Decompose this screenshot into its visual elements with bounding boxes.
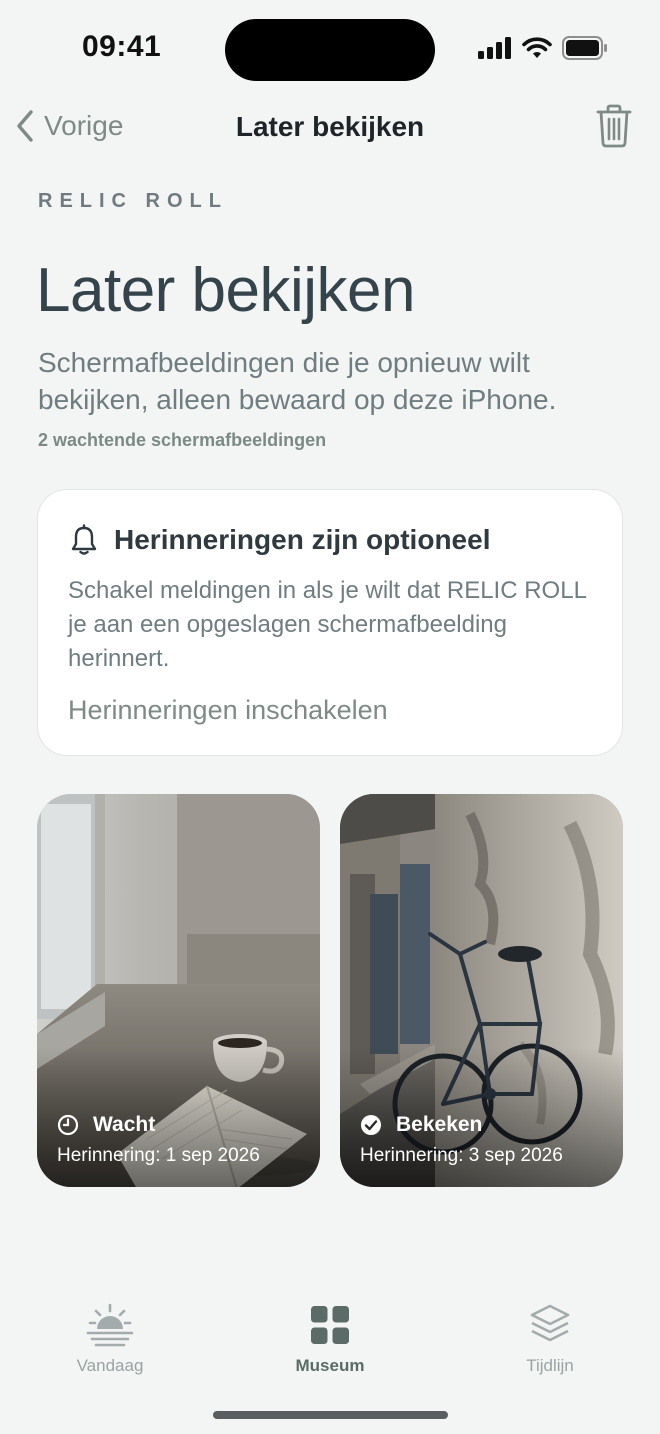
screenshot-tile[interactable]: Bekeken Herinnering: 3 sep 2026 bbox=[340, 794, 623, 1187]
reminder-card-body: Schakel meldingen in als je wilt dat REL… bbox=[68, 577, 587, 672]
tile-status: Wacht bbox=[57, 1113, 155, 1137]
cellular-signal-icon bbox=[478, 37, 511, 59]
tile-status: Bekeken bbox=[360, 1113, 482, 1137]
page-title: Later bekijken bbox=[36, 256, 416, 325]
status-icons bbox=[478, 36, 608, 60]
reminder-card-title: Herinneringen zijn optioneel bbox=[114, 524, 491, 555]
reminder-card-header: Herinneringen zijn optioneel bbox=[68, 524, 490, 556]
navigation-bar: Vorige Later bekijken bbox=[0, 100, 660, 156]
tile-reminder-date: Herinnering: 1 sep 2026 bbox=[57, 1145, 260, 1166]
tab-bar: Vandaag Museum Tijdlijn bbox=[0, 1290, 660, 1390]
nav-title: Later bekijken bbox=[235, 111, 425, 142]
delete-button[interactable] bbox=[596, 104, 632, 153]
tile-reminder-date: Herinnering: 3 sep 2026 bbox=[360, 1145, 563, 1166]
tab-museum[interactable]: Museum bbox=[255, 1300, 405, 1376]
bell-icon bbox=[71, 524, 97, 555]
status-bar: 09:41 bbox=[0, 0, 660, 100]
status-time: 09:41 bbox=[82, 30, 162, 63]
page-subtitle: Schermafbeeldingen die je opnieuw wilt b… bbox=[38, 347, 557, 415]
dynamic-island bbox=[225, 19, 435, 81]
checkmark-circle-icon bbox=[361, 1115, 381, 1135]
battery-icon bbox=[562, 36, 607, 60]
tab-label: Tijdlijn bbox=[526, 1356, 574, 1375]
screenshot-tile[interactable]: Wacht Herinnering: 1 sep 2026 bbox=[37, 794, 320, 1187]
brand-label: RELIC ROLL bbox=[38, 190, 228, 212]
wifi-icon bbox=[522, 37, 552, 58]
tab-label: Vandaag bbox=[76, 1356, 144, 1375]
grid-icon bbox=[311, 1306, 349, 1344]
clock-icon bbox=[57, 1114, 79, 1136]
tab-label: Museum bbox=[295, 1356, 365, 1375]
tile-status-label: Bekeken bbox=[396, 1113, 483, 1136]
sunrise-icon bbox=[86, 1303, 134, 1347]
trash-icon bbox=[596, 104, 632, 148]
home-indicator[interactable] bbox=[213, 1411, 448, 1419]
stack-icon bbox=[530, 1304, 570, 1342]
pending-count: 2 wachtende schermafbeeldingen bbox=[38, 430, 327, 450]
tile-status-label: Wacht bbox=[93, 1113, 156, 1136]
enable-reminders-link[interactable]: Herinneringen inschakelen bbox=[68, 695, 388, 726]
tab-timeline[interactable]: Tijdlijn bbox=[475, 1300, 625, 1376]
tab-today[interactable]: Vandaag bbox=[35, 1300, 185, 1376]
reminder-card: Herinneringen zijn optioneel Schakel mel… bbox=[37, 489, 623, 756]
